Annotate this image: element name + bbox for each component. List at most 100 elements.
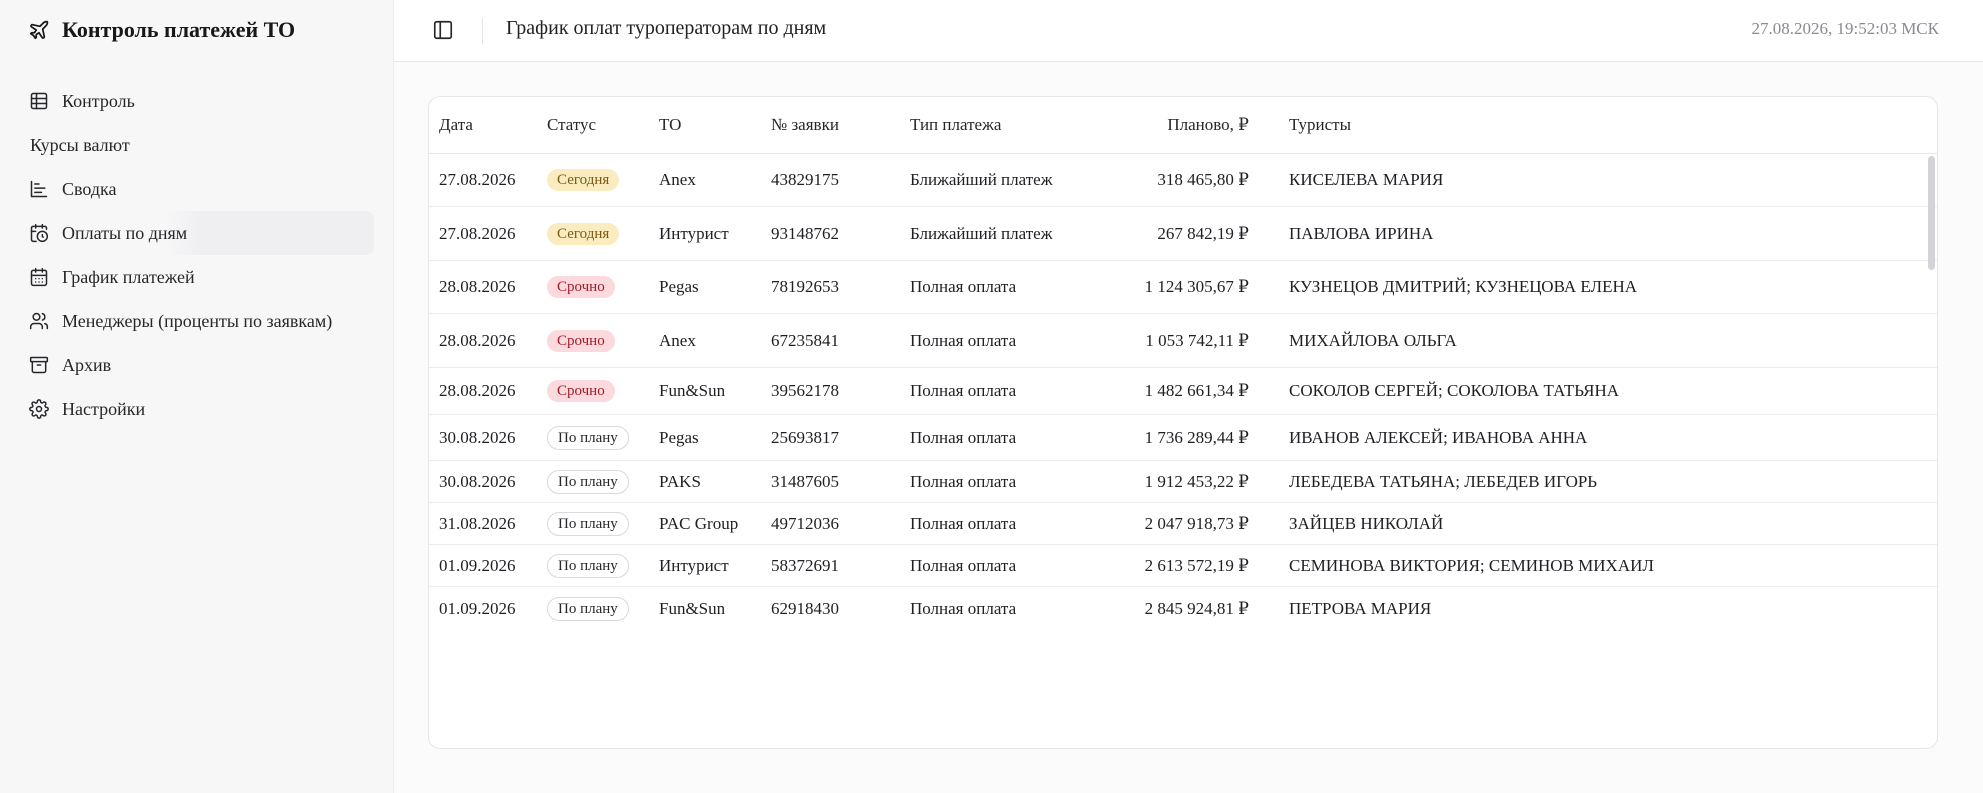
table-row[interactable]: 27.08.2026 Сегодня Anex 43829175 Ближайший п… xyxy=(429,154,1937,207)
header-divider xyxy=(482,18,483,44)
cell-operator: Интурист xyxy=(659,223,729,243)
cell-payment-type: Полная оплата xyxy=(910,277,1017,296)
column-header-order-number[interactable]: № заявки xyxy=(771,115,839,135)
brand[interactable]: Контроль платежей ТО xyxy=(28,14,295,46)
cell-status: По плану xyxy=(547,597,629,621)
column-header-payment-type[interactable]: Тип платежа xyxy=(910,115,1001,135)
sidebar-item-label: Настройки xyxy=(62,398,146,419)
cell-order-number: 62918430 xyxy=(771,599,839,618)
panel-left-icon xyxy=(432,19,454,41)
cell-planned-amount: 318 465,80 ₽ xyxy=(1157,170,1249,189)
sidebar-item-settings[interactable]: Настройки xyxy=(28,387,374,431)
calendar-clock-icon xyxy=(28,222,50,244)
cell-operator: Pegas xyxy=(659,427,699,447)
sidebar-item-daily-payments[interactable]: Оплаты по дням xyxy=(28,211,374,255)
cell-payment-type: Полная оплата xyxy=(910,427,1017,447)
sidebar-item-managers[interactable]: Менеджеры (проценты по заявкам) xyxy=(28,299,374,343)
cell-payment-type: Полная оплата xyxy=(910,555,1017,575)
status-badge: По плану xyxy=(547,425,629,450)
sidebar-item-currency[interactable]: Курсы валют xyxy=(28,123,374,167)
table-row[interactable]: 30.08.2026 По плану Pegas 25693817 Полная оп… xyxy=(429,415,1937,461)
cell-planned-amount: 1 053 742,11 ₽ xyxy=(1145,330,1249,350)
sidebar-nav: Контроль Курсы валют Сводка Оплаты по дн… xyxy=(28,79,374,431)
cell-status: Срочно xyxy=(547,329,615,352)
cell-operator: Anex xyxy=(659,170,696,189)
table-row[interactable]: 28.08.2026 Срочно Pegas 78192653 Полная опла… xyxy=(429,261,1937,314)
cell-tourists: МИХАЙЛОВА ОЛЬГА xyxy=(1289,330,1457,350)
cell-tourists: ИВАНОВ АЛЕКСЕЙ; ИВАНОВА АННА xyxy=(1289,427,1588,447)
table-row[interactable]: 28.08.2026 Срочно Anex 67235841 Полная оплат… xyxy=(429,314,1937,368)
column-header-tourists[interactable]: Туристы xyxy=(1289,115,1351,135)
cell-tourists: СЕМИНОВА ВИКТОРИЯ; СЕМИНОВ МИХАИЛ xyxy=(1289,555,1654,575)
cell-order-number: 58372691 xyxy=(771,555,839,575)
cell-planned-amount: 2 845 924,81 ₽ xyxy=(1144,599,1249,618)
cell-operator: PAKS xyxy=(659,471,701,491)
cell-operator: Интурист xyxy=(659,555,729,575)
table-icon xyxy=(28,90,50,112)
cell-status: Срочно xyxy=(547,380,615,402)
cell-planned-amount: 267 842,19 ₽ xyxy=(1157,223,1249,243)
cell-status: Сегодня xyxy=(547,222,620,245)
sidebar-toggle-button[interactable] xyxy=(428,15,458,45)
cell-tourists: СОКОЛОВ СЕРГЕЙ; СОКОЛОВА ТАТЬЯНА xyxy=(1289,381,1620,400)
table-row[interactable]: 31.08.2026 По плану PAC Group 49712036 Полна… xyxy=(429,503,1937,545)
status-badge: Срочно xyxy=(547,276,615,298)
cell-operator: Anex xyxy=(659,330,696,350)
status-badge: По плану xyxy=(547,553,629,578)
sidebar-item-label: Оплаты по дням xyxy=(62,222,188,243)
cell-order-number: 78192653 xyxy=(771,277,839,296)
sidebar: Контроль платежей ТО Контроль Курсы валю… xyxy=(0,0,394,793)
cell-payment-type: Ближайший платеж xyxy=(910,223,1053,243)
current-datetime: 27.08.2026, 19:52:03 МСК xyxy=(1751,19,1940,38)
cell-date: 30.08.2026 xyxy=(439,471,516,491)
cell-status: Сегодня xyxy=(547,169,620,191)
cell-operator: Fun&Sun xyxy=(659,599,726,618)
table-header: Дата Статус ТО № заявки Тип платежа План… xyxy=(429,97,1937,154)
cell-planned-amount: 1 124 305,67 ₽ xyxy=(1144,277,1249,296)
table-row[interactable]: 01.09.2026 По плану Fun&Sun 62918430 Полная … xyxy=(429,587,1937,631)
column-header-planned-amount[interactable]: Планово, ₽ xyxy=(1099,115,1249,135)
chart-icon xyxy=(28,178,50,200)
sidebar-item-archive[interactable]: Архив xyxy=(28,343,374,387)
column-header-operator[interactable]: ТО xyxy=(659,115,681,135)
cell-status: По плану xyxy=(547,511,629,536)
cell-date: 31.08.2026 xyxy=(439,513,516,533)
cell-status: По плану xyxy=(547,469,629,494)
cell-planned-amount: 2 047 918,73 ₽ xyxy=(1144,513,1249,533)
sidebar-item-control[interactable]: Контроль xyxy=(28,79,374,123)
plane-icon xyxy=(28,19,50,41)
calendar-icon xyxy=(28,266,50,288)
cell-operator: Fun&Sun xyxy=(659,381,726,400)
table-row[interactable]: 01.09.2026 По плану Интурист 58372691 Полная… xyxy=(429,545,1937,587)
table-row[interactable]: 27.08.2026 Сегодня Интурист 93148762 Ближайш… xyxy=(429,207,1937,261)
cell-status: Срочно xyxy=(547,276,615,298)
table-row[interactable]: 30.08.2026 По плану PAKS 31487605 Полная опл… xyxy=(429,461,1937,503)
cell-payment-type: Полная оплата xyxy=(910,599,1017,618)
cell-order-number: 43829175 xyxy=(771,170,839,189)
cell-status: По плану xyxy=(547,425,629,450)
cell-order-number: 93148762 xyxy=(771,223,839,243)
cell-payment-type: Полная оплата xyxy=(910,471,1017,491)
cell-payment-type: Полная оплата xyxy=(910,381,1017,400)
cell-tourists: ЗАЙЦЕВ НИКОЛАЙ xyxy=(1289,513,1444,533)
cell-planned-amount: 1 736 289,44 ₽ xyxy=(1144,427,1249,447)
cell-date: 30.08.2026 xyxy=(439,427,516,447)
sidebar-item-schedule[interactable]: График платежей xyxy=(28,255,374,299)
status-badge: Срочно xyxy=(547,380,615,402)
archive-icon xyxy=(28,354,50,376)
status-badge: По плану xyxy=(547,597,629,621)
scrollbar-thumb[interactable] xyxy=(1928,156,1935,270)
table-scrollbar[interactable] xyxy=(1925,154,1937,748)
sidebar-item-label: Сводка xyxy=(62,178,117,199)
cell-operator: PAC Group xyxy=(659,513,739,533)
cell-order-number: 25693817 xyxy=(771,427,839,447)
cell-tourists: ЛЕБЕДЕВА ТАТЬЯНА; ЛЕБЕДЕВ ИГОРЬ xyxy=(1289,471,1598,491)
sidebar-item-summary[interactable]: Сводка xyxy=(28,167,374,211)
sidebar-item-label: Архив xyxy=(62,354,112,375)
payments-table: Дата Статус ТО № заявки Тип платежа План… xyxy=(428,96,1938,749)
cell-date: 28.08.2026 xyxy=(439,277,516,296)
top-header: График оплат туроператорам по дням 27.08… xyxy=(394,0,1983,62)
column-header-date[interactable]: Дата xyxy=(439,115,473,135)
column-header-status[interactable]: Статус xyxy=(547,115,596,135)
table-row[interactable]: 28.08.2026 Срочно Fun&Sun 39562178 Полная оп… xyxy=(429,368,1937,415)
